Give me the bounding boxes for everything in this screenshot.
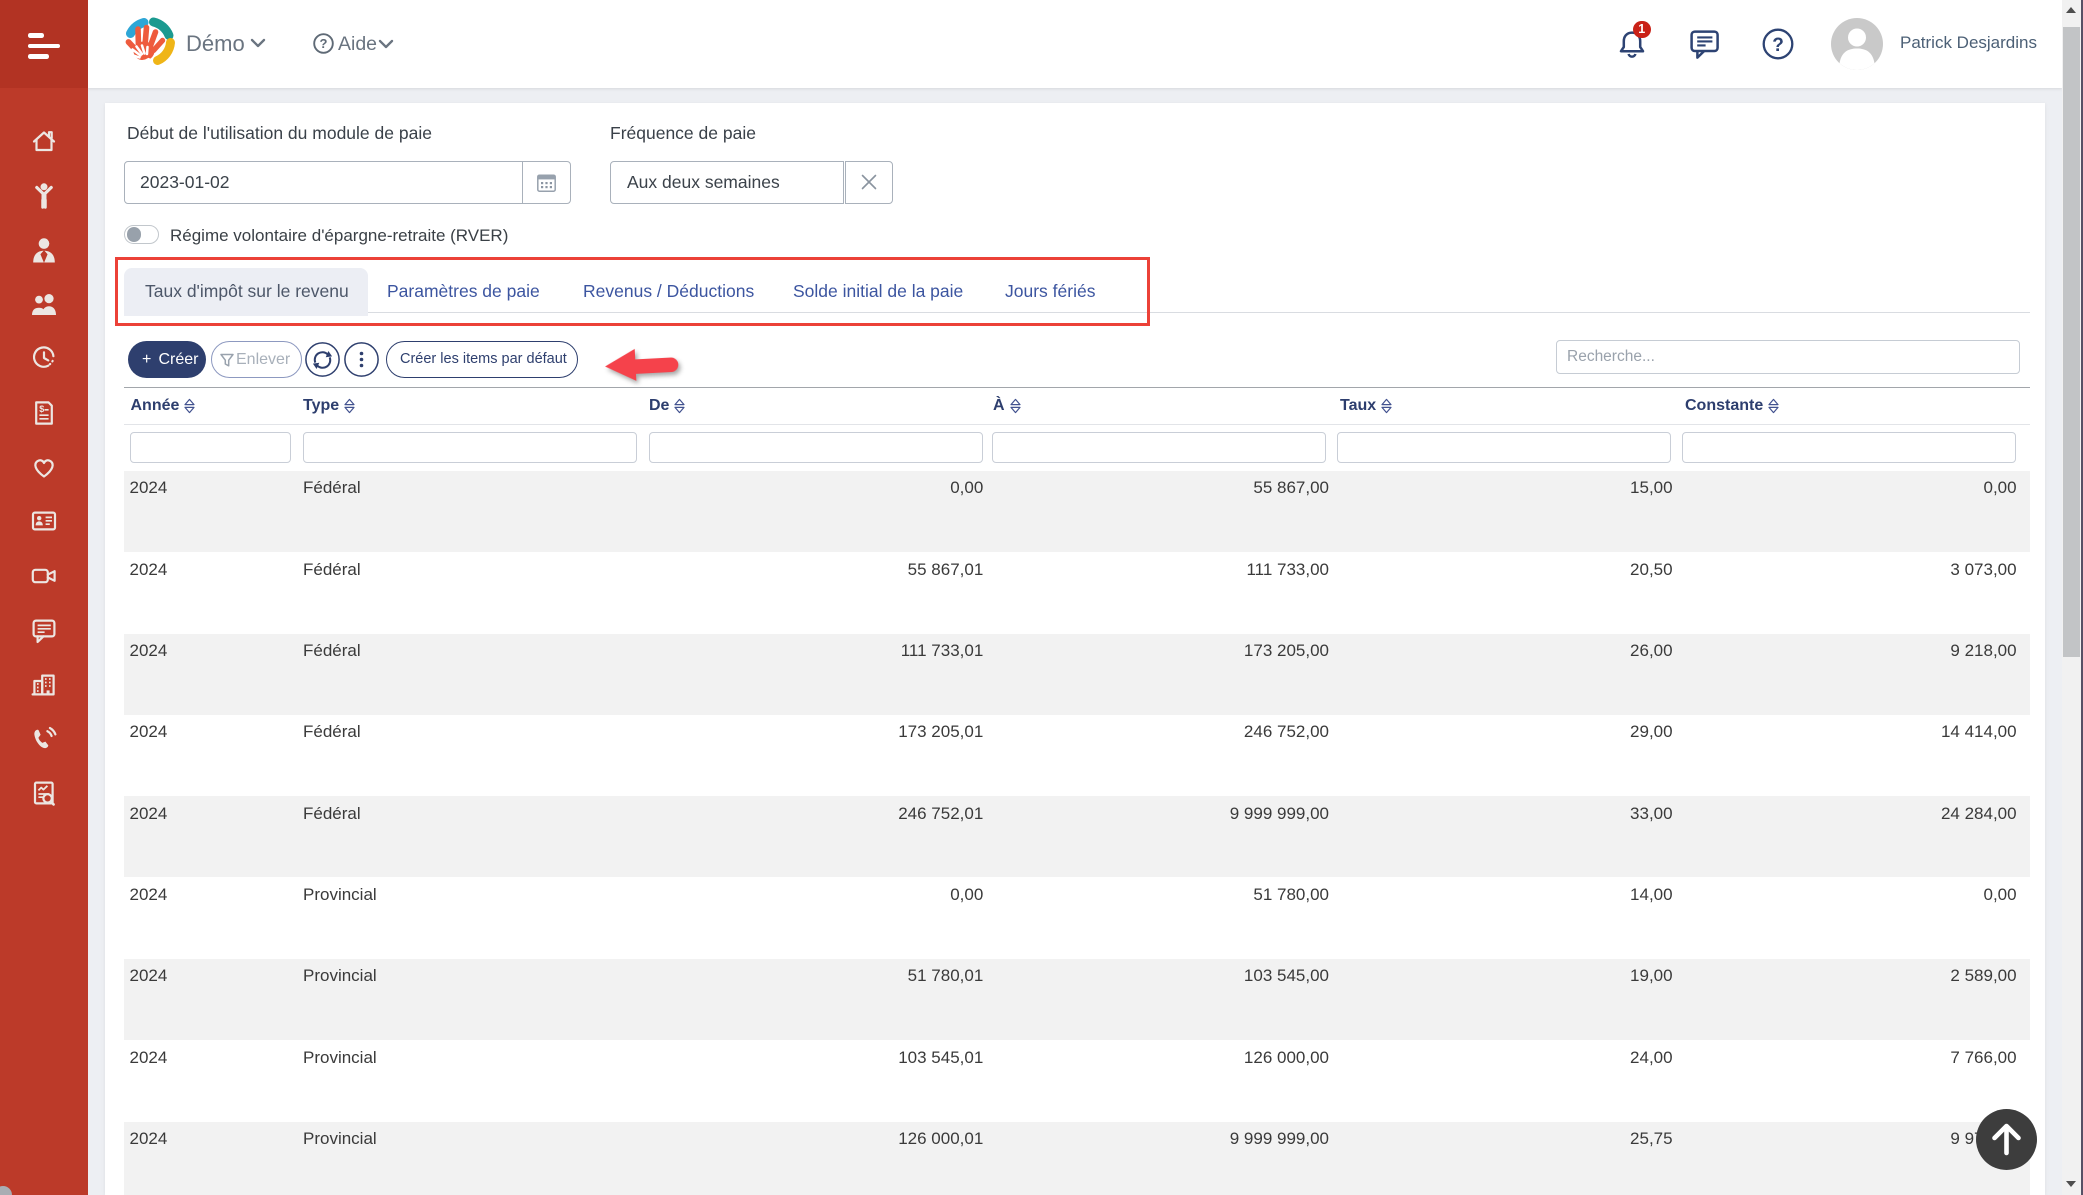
svg-text:$: $ — [39, 404, 44, 414]
svg-text:?: ? — [1772, 35, 1784, 56]
svg-text:?: ? — [319, 36, 327, 51]
